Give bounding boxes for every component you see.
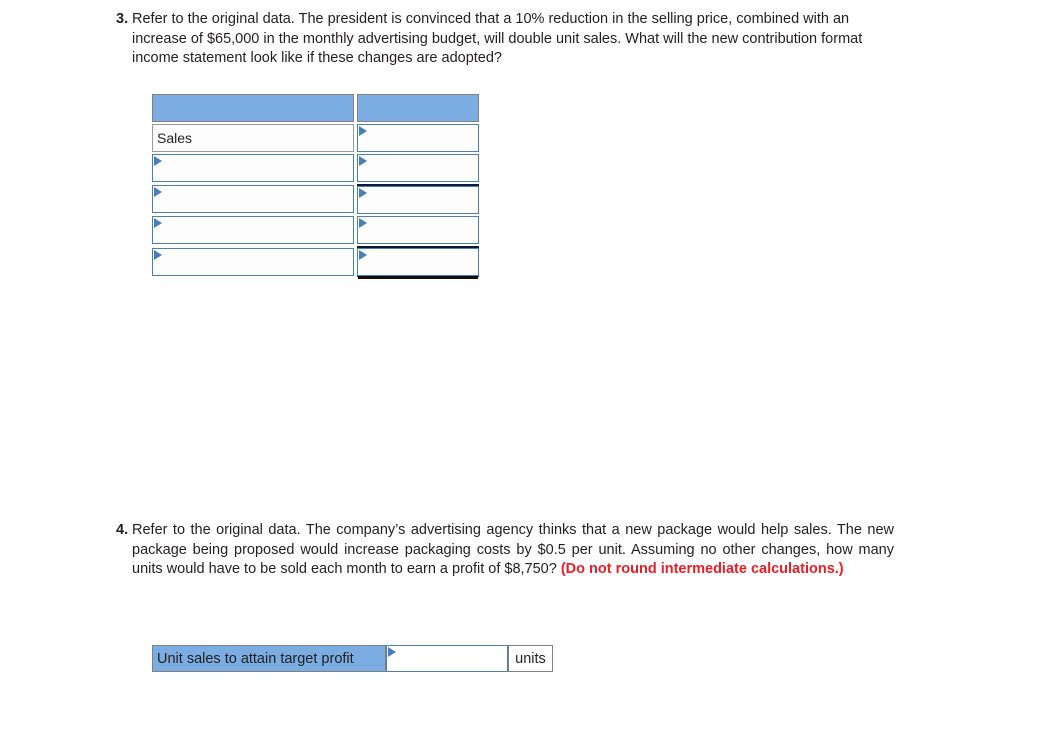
row-3-value-cell [357,184,479,214]
chevron-right-icon [388,647,396,657]
chevron-right-icon [359,218,368,228]
table-row [152,184,479,214]
row-4-label-dropdown[interactable] [152,216,355,244]
target-profit-answer-row: Unit sales to attain target profit units [152,645,553,672]
row-1-value-dropdown[interactable] [357,124,479,152]
chevron-right-icon [154,218,162,228]
chevron-right-icon [154,156,162,166]
table-row [152,216,479,244]
row-1-value-cell [357,124,479,152]
row-3-label-dropdown[interactable] [152,185,355,213]
chevron-right-icon [359,126,368,136]
row-2-value-cell [357,154,479,182]
income-statement-table: Sales [152,94,479,277]
row-4-label-cell [152,216,355,244]
row-1-label-text: Sales [157,130,193,146]
question-3: 3. Refer to the original data. The presi… [110,10,894,69]
target-profit-label: Unit sales to attain target profit [152,645,386,672]
question-3-number: 3. [116,11,129,27]
header-cell-label-column [152,94,355,122]
question-3-body: Refer to the original data. The presiden… [132,11,863,66]
row-3-label-cell [152,184,355,214]
row-3-value-dropdown[interactable] [357,186,479,214]
row-4-value-dropdown[interactable] [357,216,479,244]
header-cell-value-column [357,94,479,122]
row-1-label-box: Sales [152,124,355,152]
row-5-label-cell [152,246,355,277]
question-4-emphasis: (Do not round intermediate calculations.… [560,561,844,577]
chevron-right-icon [154,187,162,197]
chevron-right-icon [359,156,368,166]
table-row: Sales [152,124,479,152]
row-5-value-dropdown[interactable] [357,248,479,276]
row-2-value-dropdown[interactable] [357,154,479,182]
table-header-row [152,94,479,122]
chevron-right-icon [359,188,368,198]
question-3-text: Refer to the original data. The presiden… [132,10,894,69]
table-row [152,246,479,277]
row-5-label-dropdown[interactable] [152,247,355,276]
row-4-value-cell [357,216,479,244]
chevron-right-icon [359,250,368,260]
chevron-right-icon [154,249,162,260]
question-4: 4. Refer to the original data. The compa… [110,521,894,580]
table-row [152,154,479,182]
row-5-value-cell [357,246,479,277]
row-2-label-dropdown[interactable] [152,154,355,182]
row-2-label-cell [152,154,355,182]
question-4-text: Refer to the original data. The company’… [132,521,894,580]
target-profit-input[interactable] [386,645,508,672]
target-profit-units-label: units [508,645,553,672]
question-4-number: 4. [116,522,129,538]
row-1-label-cell: Sales [152,124,355,152]
